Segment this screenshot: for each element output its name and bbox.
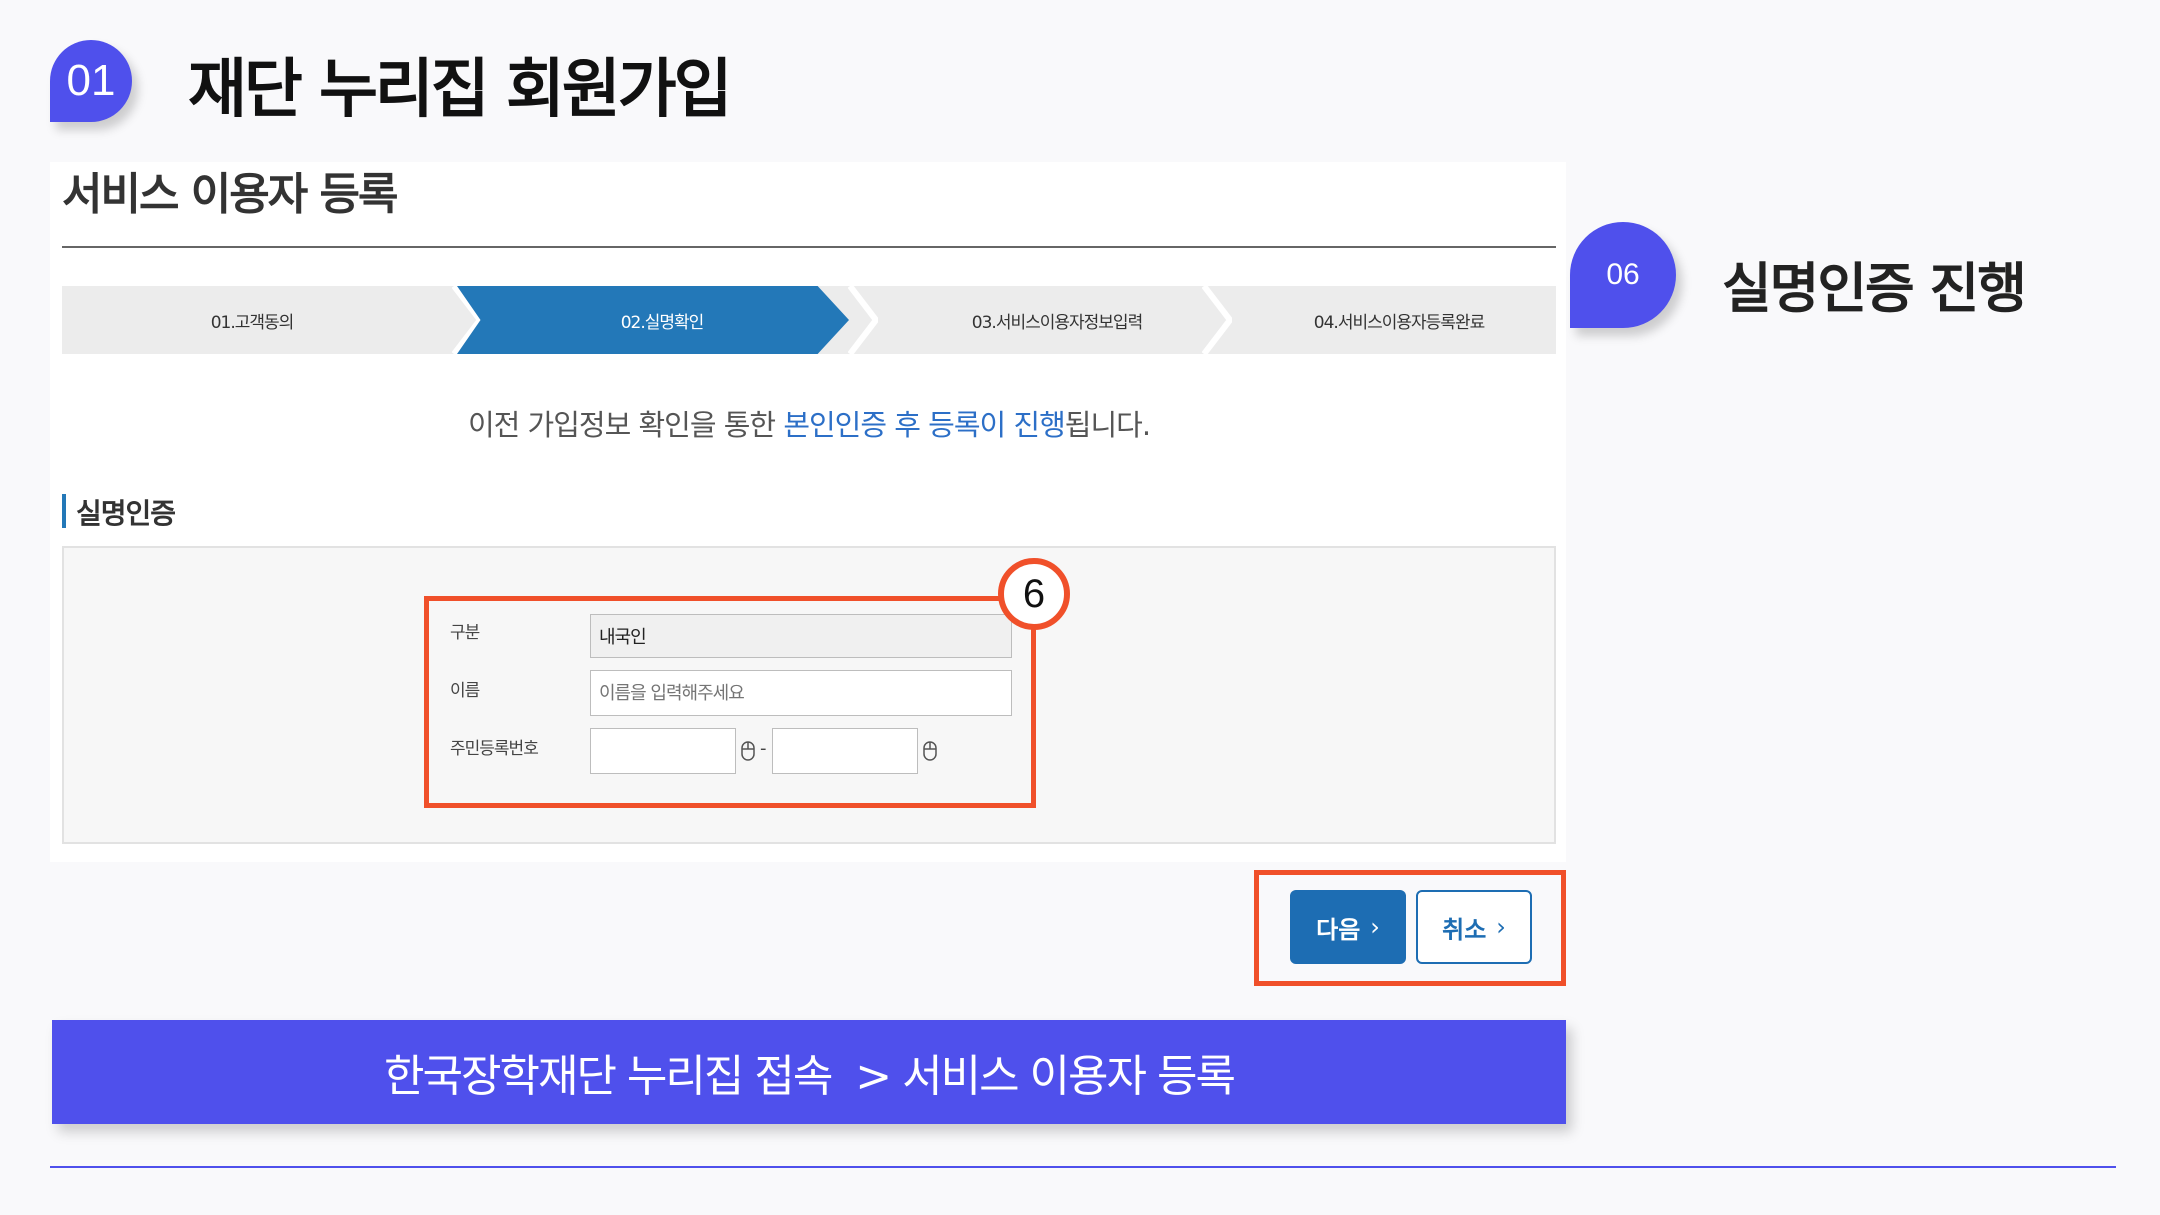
- chevron-right-icon: ›: [1370, 913, 1380, 941]
- chevron-right-icon: ›: [1496, 913, 1506, 941]
- step-2-label: 02.실명확인: [620, 312, 705, 333]
- notice-suffix: 됩니다.: [1064, 408, 1151, 442]
- step-number-text: 01: [66, 56, 116, 105]
- section-title: 실명인증: [76, 497, 176, 530]
- step-marker-text: 6: [1022, 571, 1046, 616]
- step-2: 02.실명확인: [482, 286, 842, 354]
- next-button-label: 다음: [1316, 915, 1361, 944]
- step-1-label: 01.고객동의: [210, 312, 295, 333]
- step-1: 01.고객동의: [62, 286, 442, 354]
- step-progress: 01.고객동의 02.실명확인 03.서비스이용자정보입력 04.서비스이용자등…: [62, 286, 1556, 354]
- callout-badge: 06: [1570, 222, 1676, 328]
- cancel-button[interactable]: 취소 ›: [1416, 890, 1532, 964]
- title-divider: [62, 246, 1556, 248]
- step-3-chevron: [1202, 286, 1232, 354]
- step-3-label: 03.서비스이용자정보입력: [971, 312, 1143, 333]
- callout-badge-text: 06: [1606, 258, 1640, 291]
- next-button[interactable]: 다음 ›: [1290, 890, 1406, 964]
- form-highlight-box: [424, 596, 1036, 808]
- footer-banner: 한국장학재단 누리집 접속 > 서비스 이용자 등록: [52, 1020, 1566, 1124]
- bottom-divider: [50, 1166, 2116, 1168]
- notice-highlight: 본인인증 후 등록이 진행: [783, 408, 1065, 442]
- screenshot-page-title: 서비스 이용자 등록: [62, 169, 398, 220]
- notice-prefix: 이전 가입정보 확인을 통한: [467, 408, 784, 442]
- page-heading: 재단 누리집 회원가입: [188, 53, 732, 127]
- step-3: 03.서비스이용자정보입력: [872, 286, 1242, 354]
- step-number-badge: 01: [50, 40, 132, 122]
- step-4: 04.서비스이용자등록완료: [1242, 286, 1556, 354]
- cancel-button-label: 취소: [1442, 915, 1487, 944]
- section-title-bar: [62, 494, 66, 528]
- step-4-label: 04.서비스이용자등록완료: [1313, 312, 1485, 333]
- notice-text: 이전 가입정보 확인을 통한 본인인증 후 등록이 진행됩니다.: [62, 402, 1556, 444]
- callout-text: 실명인증 진행: [1722, 257, 2027, 320]
- footer-banner-text: 한국장학재단 누리집 접속 > 서비스 이용자 등록: [384, 1051, 1236, 1102]
- step-marker: 6: [998, 558, 1070, 630]
